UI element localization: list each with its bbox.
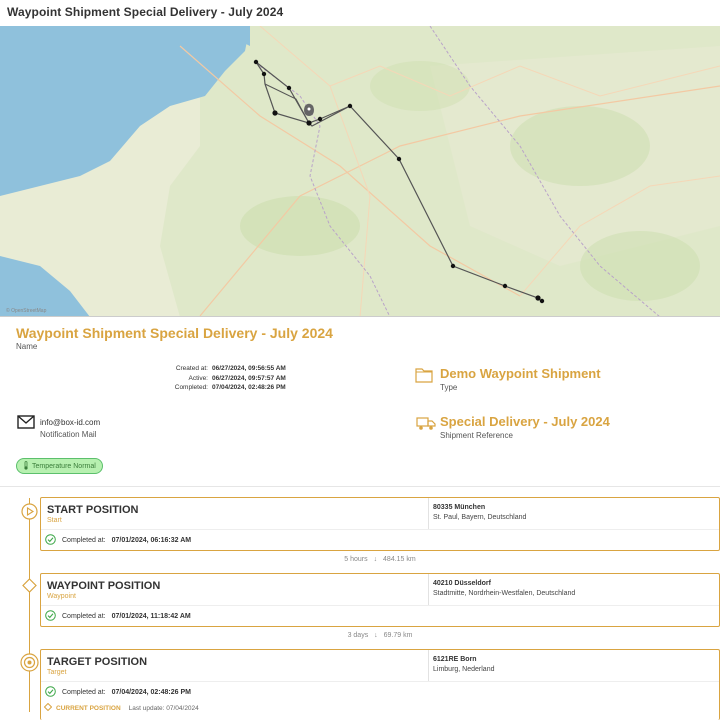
stop-type: Target <box>47 669 67 676</box>
reference-value: Special Delivery - July 2024 <box>440 414 610 429</box>
play-icon <box>21 503 38 525</box>
title-bar: Waypoint Shipment Special Delivery - Jul… <box>0 0 720 26</box>
stop-type: Waypoint <box>47 593 76 600</box>
leg-duration: 3 days <box>347 632 369 639</box>
target-icon <box>20 653 39 677</box>
diamond-icon <box>43 702 53 713</box>
page-title: Waypoint Shipment Special Delivery - Jul… <box>7 5 284 19</box>
stop-completed: Completed at: 07/01/2024, 11:18:42 AM <box>41 606 719 626</box>
current-position: CURRENT POSITION Last update: 07/04/2024 <box>43 702 199 713</box>
stop-header: START POSITION Start 80335 München St. P… <box>41 498 719 530</box>
completed-value: 07/01/2024, 11:18:42 AM <box>111 612 191 620</box>
completed-value: 07/04/2024, 02:48:26 PM <box>111 688 191 696</box>
name-label: Name <box>16 342 38 351</box>
stop-address: 6121RE Born Limburg, Nederland <box>429 650 494 681</box>
map-pin-icon[interactable] <box>304 103 314 116</box>
shipment-title: Waypoint Shipment Special Delivery - Jul… <box>16 325 333 341</box>
timeline-line <box>29 498 30 712</box>
completed-value: 07/01/2024, 06:16:32 AM <box>111 536 192 544</box>
stop-address-line1: 40210 Düsseldorf <box>433 580 491 587</box>
stop-name: WAYPOINT POSITION <box>47 580 161 592</box>
svg-text:© OpenStreetMap: © OpenStreetMap <box>6 307 47 314</box>
type-label: Type <box>440 383 458 392</box>
stop-title-area: WAYPOINT POSITION Waypoint <box>41 574 429 605</box>
stop-completed: Completed at: 07/01/2024, 06:16:32 AM <box>41 530 719 550</box>
stop-name: START POSITION <box>47 504 139 516</box>
leg-distance: 69.79 km <box>383 632 413 639</box>
map-canvas[interactable]: © OpenStreetMap <box>0 26 720 317</box>
stop-card-waypoint[interactable]: WAYPOINT POSITION Waypoint 40210 Düsseld… <box>40 573 720 627</box>
stop-header: WAYPOINT POSITION Waypoint 40210 Düsseld… <box>41 574 719 606</box>
thermometer-icon <box>23 460 29 472</box>
stop-address: 40210 Düsseldorf Stadtmitte, Nordrhein-W… <box>429 574 575 605</box>
stop-header: TARGET POSITION Target 6121RE Born Limbu… <box>41 650 719 682</box>
stop-card-start[interactable]: START POSITION Start 80335 München St. P… <box>40 497 720 551</box>
date-value: 06/27/2024, 09:57:57 AM <box>212 374 286 382</box>
reference-info: Special Delivery - July 2024 Shipment Re… <box>440 414 610 440</box>
date-row-completed: Completed: 07/04/2024, 02:48:26 PM <box>120 383 300 393</box>
last-update: Last update: 07/04/2024 <box>128 704 199 712</box>
reference-label: Shipment Reference <box>440 431 513 440</box>
current-position-label: CURRENT POSITION <box>56 704 121 712</box>
diamond-icon <box>22 578 37 598</box>
stop-address: 80335 München St. Paul, Bayern, Deutschl… <box>429 498 526 529</box>
leg-info-1: 5 hours ↓ 484.15 km <box>40 556 720 563</box>
date-row-active: Active: 06/27/2024, 09:57:57 AM <box>120 374 300 384</box>
truck-icon <box>416 415 436 436</box>
folder-icon <box>414 366 434 389</box>
stop-completed: Completed at: 07/04/2024, 02:48:26 PM <box>41 682 719 702</box>
type-info: Demo Waypoint Shipment Type <box>440 366 601 392</box>
stop-address-line2: Stadtmitte, Nordrhein-Westfalen, Deutsch… <box>433 590 576 597</box>
arrow-down-icon: ↓ <box>373 556 378 563</box>
check-circle-icon <box>45 609 56 623</box>
date-key: Completed: <box>174 384 208 391</box>
date-value: 06/27/2024, 09:56:55 AM <box>212 365 286 372</box>
stop-address-line1: 6121RE Born <box>433 656 477 663</box>
leg-info-2: 3 days ↓ 69.79 km <box>40 632 720 639</box>
dates-list: Created at: 06/27/2024, 09:56:55 AM Acti… <box>120 364 300 393</box>
mail-icon <box>17 415 35 434</box>
completed-label: Completed at: <box>62 688 106 696</box>
badge-label: Temperature Normal <box>32 462 96 470</box>
stop-address-line2: St. Paul, Bayern, Deutschland <box>433 514 527 521</box>
completed-label: Completed at: <box>62 612 106 620</box>
leg-duration: 5 hours <box>344 556 368 563</box>
date-key: Active: <box>188 374 208 382</box>
stop-title-area: START POSITION Start <box>41 498 429 529</box>
date-key: Created at: <box>175 365 208 372</box>
stop-address-line2: Limburg, Nederland <box>433 666 495 673</box>
check-circle-icon <box>45 685 56 699</box>
stop-address-line1: 80335 München <box>433 504 486 511</box>
leg-distance: 484.15 km <box>383 556 416 563</box>
completed-label: Completed at: <box>62 536 106 544</box>
notification-email[interactable]: info@box-id.com <box>40 418 100 427</box>
date-value: 07/04/2024, 02:48:26 PM <box>212 384 286 391</box>
date-row-created: Created at: 06/27/2024, 09:56:55 AM <box>120 364 300 374</box>
stop-name: TARGET POSITION <box>47 656 148 668</box>
temperature-badge: Temperature Normal <box>16 458 103 474</box>
stop-type: Start <box>47 517 62 524</box>
notification-label: Notification Mail <box>40 430 97 439</box>
type-value: Demo Waypoint Shipment <box>440 366 601 381</box>
check-circle-icon <box>45 533 56 547</box>
arrow-down-icon: ↓ <box>374 632 378 639</box>
stop-title-area: TARGET POSITION Target <box>41 650 429 681</box>
section-divider <box>0 486 720 487</box>
route-map[interactable]: © OpenStreetMap <box>0 26 720 317</box>
